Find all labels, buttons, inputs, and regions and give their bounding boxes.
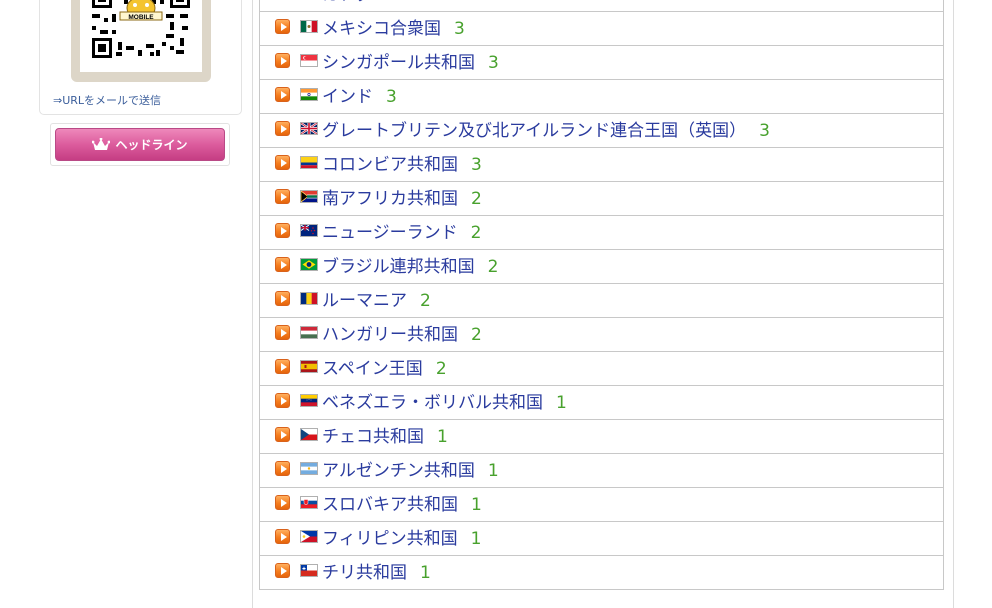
play-arrow-icon[interactable] [275,155,290,170]
country-name[interactable]: ニュージーランド 2 [322,222,482,244]
czech-flag-icon [301,429,317,440]
country-row[interactable]: メキシコ合衆国 3 [260,12,943,46]
country-count: 3 [386,0,397,5]
country-list: カナダ3 メキシコ合衆国3 シンガポール共和国3 インド3 グレートブリテン及び北アイル… [259,0,944,590]
crown-icon [92,137,111,150]
play-arrow-icon[interactable] [275,427,290,442]
play-arrow-icon[interactable] [275,189,290,204]
country-name[interactable]: フィリピン共和国 1 [322,528,482,550]
country-row[interactable]: スペイン王国 2 [260,352,943,386]
romania-flag-icon [301,293,317,304]
play-arrow-icon[interactable] [275,325,290,340]
play-arrow-icon[interactable] [275,563,290,578]
country-row[interactable]: シンガポール共和国 3 [260,46,943,80]
country-count: 2 [471,325,482,345]
country-name[interactable]: コロンビア共和国 3 [322,154,482,176]
country-row[interactable]: ルーマニア 2 [260,284,943,318]
play-arrow-icon[interactable] [275,529,290,544]
country-row[interactable]: スロバキア共和国 1 [260,488,943,522]
country-count: 3 [386,87,397,107]
country-name[interactable]: 南アフリカ共和国 2 [322,188,482,210]
play-arrow-icon[interactable] [275,461,290,476]
slovakia-flag-icon [301,497,317,508]
country-count: 2 [471,189,482,209]
country-count: 1 [471,495,482,515]
spain-flag-icon [301,361,317,372]
country-row[interactable]: フィリピン共和国 1 [260,522,943,556]
play-arrow-icon[interactable] [275,495,290,510]
singapore-flag-icon [301,55,317,66]
argentina-flag-icon [301,463,317,474]
country-name[interactable]: ブラジル連邦共和国 2 [322,256,499,278]
country-name[interactable]: スロバキア共和国 1 [322,494,482,516]
philippines-flag-icon [301,531,317,542]
country-count: 1 [487,461,499,481]
country-row[interactable]: グレートブリテン及び北アイルランド連合王国（英国） 3 [260,114,943,148]
country-row[interactable]: カナダ3 [260,0,943,12]
country-count: 1 [437,427,448,447]
country-name[interactable]: インド 3 [322,86,397,108]
country-name[interactable]: スペイン王国 2 [322,358,447,380]
country-row[interactable]: コロンビア共和国 3 [260,148,943,182]
country-row[interactable]: チェコ共和国 1 [260,420,943,454]
country-count: 1 [556,393,567,413]
india-flag-icon [301,89,317,100]
south-africa-flag-icon [301,191,317,202]
country-name[interactable]: ルーマニア 2 [322,290,431,312]
new-zealand-flag-icon [301,225,317,236]
qr-code-image: MOBILE [80,0,202,72]
country-name[interactable]: チェコ共和国 1 [322,426,448,448]
country-count: 3 [471,155,482,175]
qr-logo-text: MOBILE [128,14,154,21]
country-row[interactable]: ハンガリー共和国 2 [260,318,943,352]
country-row[interactable]: インド 3 [260,80,943,114]
venezuela-flag-icon [301,395,317,406]
country-count: 2 [435,359,447,379]
country-count: 3 [488,53,499,73]
email-url-link[interactable]: ⇒URLをメールで送信 [53,92,161,108]
country-name[interactable]: カナダ3 [322,0,397,6]
hungary-flag-icon [301,327,317,338]
qr-frame: MOBILE [71,0,211,82]
country-row[interactable]: アルゼンチン共和国 1 [260,454,943,488]
brazil-flag-icon [301,259,317,270]
country-count: 2 [487,257,499,277]
play-arrow-icon[interactable] [275,87,290,102]
country-count: 1 [420,563,431,583]
country-row[interactable]: 南アフリカ共和国 2 [260,182,943,216]
country-name[interactable]: ハンガリー共和国 2 [322,324,482,346]
headline-button[interactable]: ヘッドライン [55,128,225,161]
country-name[interactable]: グレートブリテン及び北アイルランド連合王国（英国） 3 [322,120,770,142]
mexico-flag-icon [301,21,317,32]
headline-box: ヘッドライン [50,123,230,166]
play-arrow-icon[interactable] [275,393,290,408]
country-name[interactable]: メキシコ合衆国 3 [322,18,465,40]
chile-flag-icon [301,565,317,576]
headline-button-label: ヘッドライン [115,138,188,152]
play-arrow-icon[interactable] [275,223,290,238]
uk-flag-icon [301,123,317,134]
play-arrow-icon[interactable] [275,257,290,272]
country-name[interactable]: ベネズエラ・ボリバル共和国 1 [322,392,567,414]
country-count: 2 [470,223,482,243]
colombia-flag-icon [301,157,317,168]
country-row[interactable]: ニュージーランド 2 [260,216,943,250]
play-arrow-icon[interactable] [275,359,290,374]
play-arrow-icon[interactable] [275,291,290,306]
country-name[interactable]: チリ共和国 1 [322,562,431,584]
country-name[interactable]: シンガポール共和国 3 [322,52,499,74]
country-name[interactable]: アルゼンチン共和国 1 [322,460,499,482]
country-row[interactable]: チリ共和国 1 [260,556,943,590]
country-count: 3 [759,121,770,141]
play-arrow-icon[interactable] [275,53,290,68]
country-count: 1 [470,529,482,549]
country-count: 3 [454,19,465,39]
country-row[interactable]: ベネズエラ・ボリバル共和国 1 [260,386,943,420]
play-arrow-icon[interactable] [275,121,290,136]
play-arrow-icon[interactable] [275,19,290,34]
country-row[interactable]: ブラジル連邦共和国 2 [260,250,943,284]
country-count: 2 [420,291,431,311]
mobile-qr-panel: MOBILE ⇒URLをメールで送信 [39,0,242,115]
